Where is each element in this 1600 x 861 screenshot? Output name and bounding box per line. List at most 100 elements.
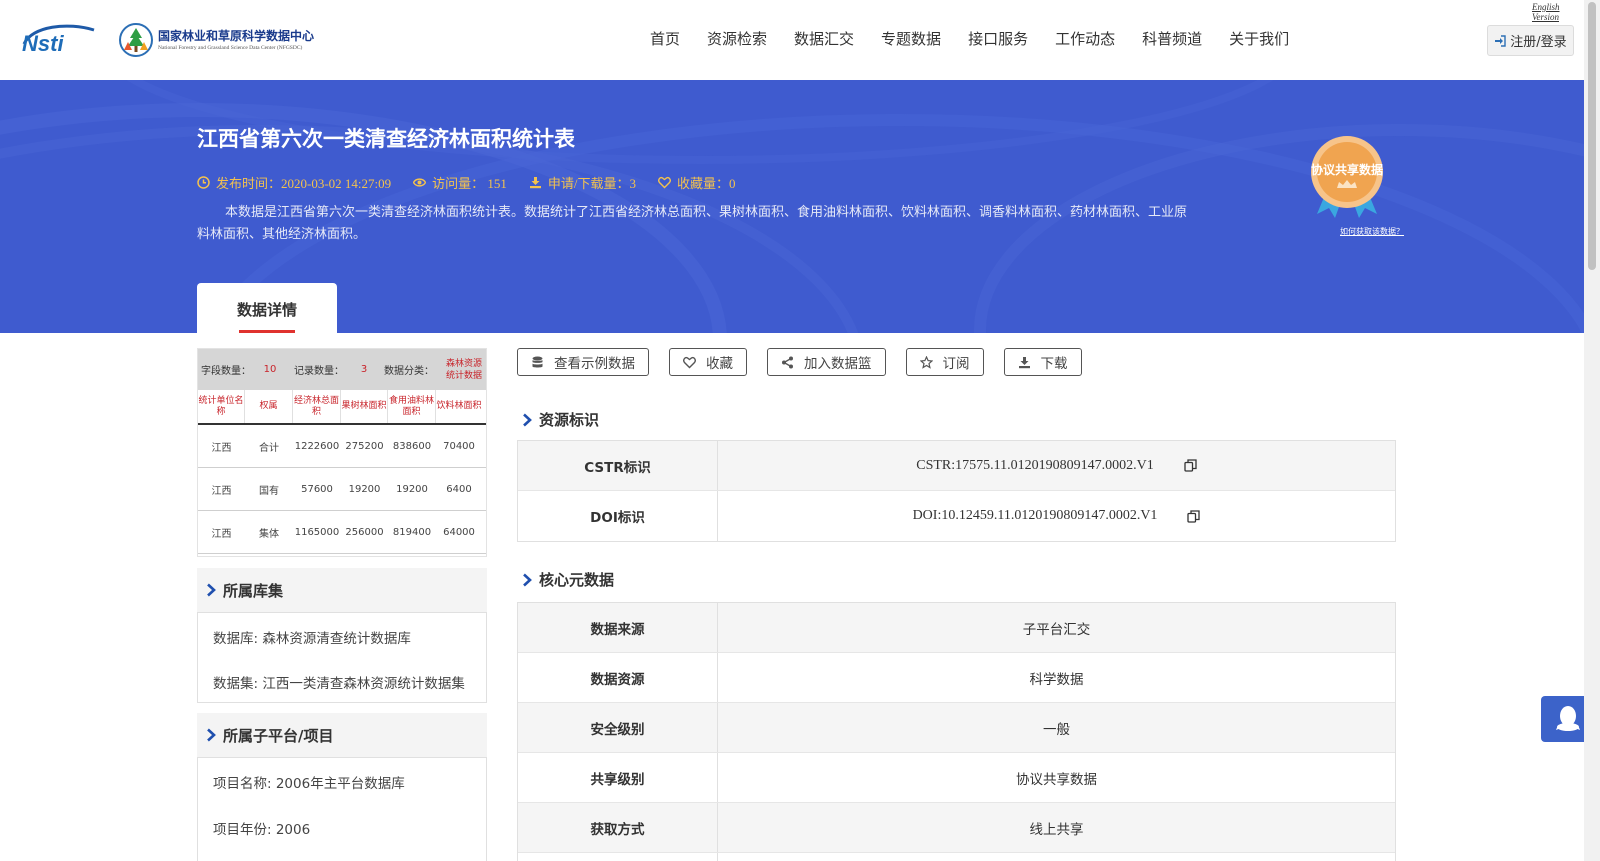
preview-record-count-label: 记录数量： xyxy=(294,366,344,377)
login-button[interactable]: 注册/登录 xyxy=(1487,25,1574,56)
library-section-header: 所属库集 xyxy=(197,568,487,612)
project-name: 项目名称: 2006年主平台数据库 xyxy=(213,776,405,792)
nav-topic-data[interactable]: 专题数据 xyxy=(881,28,941,49)
library-section-title: 所属库集 xyxy=(223,581,284,600)
view-sample-data-label: 查看示例数据 xyxy=(554,356,635,372)
access-method-key: 获取方式 xyxy=(518,803,718,852)
subscribe-button[interactable]: 订阅 xyxy=(905,348,984,376)
download-button[interactable]: 下载 xyxy=(1003,348,1082,376)
data-resource-key: 数据资源 xyxy=(518,653,718,702)
dataset-banner: 江西省第六次一类清查经济林面积统计表 发布时间：2020-03-02 14:27… xyxy=(0,80,1584,333)
platform-section-title: 所属子平台/项目 xyxy=(223,726,334,745)
library-info-box: 数据库: 森林资源清查统计数据库 数据集: 江西一类清查森林资源统计数据集 xyxy=(197,612,487,703)
scrollbar-thumb[interactable] xyxy=(1588,2,1596,270)
preview-cell: 江西 xyxy=(211,442,232,454)
how-to-get-data-link[interactable]: 如何获取该数据？ xyxy=(1340,226,1404,237)
nav-api-service[interactable]: 接口服务 xyxy=(968,28,1028,49)
preview-col: 食用油料林面积 xyxy=(388,390,436,423)
preview-table-row: 江西 国有 57600 19200 19200 6400 xyxy=(198,468,486,511)
security-level-value-cell: 一般 xyxy=(718,703,1395,752)
tab-active-indicator xyxy=(239,330,295,333)
nsti-logo-text: Nsti xyxy=(22,31,64,56)
nsti-logo[interactable]: Nsti xyxy=(18,22,98,56)
view-sample-data-button[interactable]: 查看示例数据 xyxy=(517,348,649,376)
access-method-value-cell: 线上共享 xyxy=(718,803,1395,852)
nav-about-us[interactable]: 关于我们 xyxy=(1229,28,1289,49)
nav-data-submission[interactable]: 数据汇交 xyxy=(794,28,854,49)
chevron-right-icon xyxy=(207,728,216,742)
table-row: 安全级别 一般 xyxy=(518,703,1395,753)
copy-icon[interactable] xyxy=(1187,509,1201,523)
qq-icon xyxy=(1556,706,1580,731)
preview-col: 权属 xyxy=(245,390,293,423)
star-icon xyxy=(919,355,933,369)
favorite-button[interactable]: 收藏 xyxy=(669,348,747,376)
doi-value-cell: DOI:10.12459.11.0120190809147.0002.V1 xyxy=(718,491,1395,541)
table-row: 数据来源 子平台汇交 xyxy=(518,603,1395,653)
chevron-right-icon xyxy=(523,573,532,586)
resource-id-title: 资源标识 xyxy=(539,411,600,429)
preview-cell: 275200 xyxy=(345,440,384,452)
download-count: 申请/下载量：3 xyxy=(529,173,636,192)
platform-info-box: 项目名称: 2006年主平台数据库 项目年份: 2006 xyxy=(197,757,487,861)
preview-col: 统计单位名称 xyxy=(198,390,245,423)
preview-cell: 江西 xyxy=(211,528,232,540)
copy-icon[interactable] xyxy=(1184,459,1197,472)
preview-table-header: 统计单位名称 权属 经济林总面积 果树林面积 食用油料林面积 饮料林面积 xyxy=(198,390,486,425)
preview-record-count: 3 xyxy=(360,364,368,375)
nav-home[interactable]: 首页 xyxy=(650,28,680,49)
preview-cell: 57600 xyxy=(301,483,333,495)
preview-cell: 19200 xyxy=(396,483,428,495)
sign-in-icon xyxy=(1495,34,1506,47)
center-name-cn: 国家林业和草原科学数据中心 xyxy=(158,29,315,43)
publish-time-text: 发布时间：2020-03-02 14:27:09 xyxy=(216,176,392,191)
core-metadata-title: 核心元数据 xyxy=(539,571,615,589)
project-year: 项目年份: 2006 xyxy=(213,822,311,838)
preview-cell: 256000 xyxy=(345,526,384,538)
shared-data-badge-icon: 协议共享数据 xyxy=(1311,136,1383,218)
database-link[interactable]: 数据库: 森林资源清查统计数据库 xyxy=(198,627,468,647)
doi-key: DOI标识 xyxy=(518,491,718,541)
preview-cell: 集体 xyxy=(259,528,279,540)
favorite-label: 收藏 xyxy=(706,356,733,372)
preview-cell: 6400 xyxy=(446,483,472,495)
preview-category-label: 数据分类： xyxy=(384,366,434,377)
top-header: Nsti 国家林业和草原科学数据中心 National Forestry and… xyxy=(0,0,1584,80)
chevron-right-icon xyxy=(207,583,216,597)
preview-cell: 合计 xyxy=(259,442,279,454)
data-source-value: 子平台汇交 xyxy=(1022,621,1091,638)
core-metadata-header: 核心元数据 xyxy=(521,569,614,590)
security-level-key: 安全级别 xyxy=(518,703,718,752)
data-source-value-cell: 子平台汇交 xyxy=(718,603,1395,652)
vertical-scrollbar[interactable] xyxy=(1584,0,1600,861)
table-row: DOI标识 DOI:10.12459.11.0120190809147.0002… xyxy=(518,491,1395,541)
eye-icon xyxy=(413,178,427,187)
preview-cell: 江西 xyxy=(211,485,232,497)
table-row: CSTR标识 CSTR:17575.11.0120190809147.0002.… xyxy=(518,441,1395,491)
preview-col: 饮料林面积 xyxy=(436,401,482,411)
download-label: 下载 xyxy=(1040,356,1068,372)
database-icon xyxy=(532,356,543,367)
dataset-link[interactable]: 数据集: 江西一类清查森林资源统计数据集 xyxy=(198,672,468,692)
preview-col: 果树林面积 xyxy=(341,390,388,423)
preview-table-row: 江西 集体 1165000 256000 819400 64000 xyxy=(198,511,486,554)
preview-cell: 1165000 xyxy=(294,526,340,538)
preview-field-count-label: 字段数量： xyxy=(201,366,251,377)
subscribe-label: 订阅 xyxy=(942,356,970,372)
preview-col: 经济林总面积 xyxy=(293,390,341,423)
data-preview-image[interactable]: 字段数量： 10 记录数量： 3 数据分类： 森林资源统计数据 统计单位名称 权… xyxy=(197,348,487,557)
nav-resource-search[interactable]: 资源检索 xyxy=(707,28,767,49)
heart-icon xyxy=(683,356,696,368)
english-version-link[interactable]: English Version xyxy=(1532,2,1584,22)
next-key-partial xyxy=(518,853,718,861)
download-icon xyxy=(1018,356,1030,368)
nav-news[interactable]: 工作动态 xyxy=(1055,28,1115,49)
main-nav: 首页 资源检索 数据汇交 专题数据 接口服务 工作动态 科普频道 关于我们 xyxy=(650,28,1316,49)
nav-science-popular[interactable]: 科普频道 xyxy=(1142,28,1202,49)
nfgsdc-logo-icon[interactable] xyxy=(118,22,154,58)
preview-category: 森林资源统计数据 xyxy=(445,358,482,381)
sharing-level-value-cell: 协议共享数据 xyxy=(718,753,1395,802)
doi-value: DOI:10.12459.11.0120190809147.0002.V1 xyxy=(912,508,1158,523)
add-to-basket-button[interactable]: 加入数据篮 xyxy=(767,348,886,376)
tab-data-details[interactable]: 数据详情 xyxy=(197,283,337,333)
